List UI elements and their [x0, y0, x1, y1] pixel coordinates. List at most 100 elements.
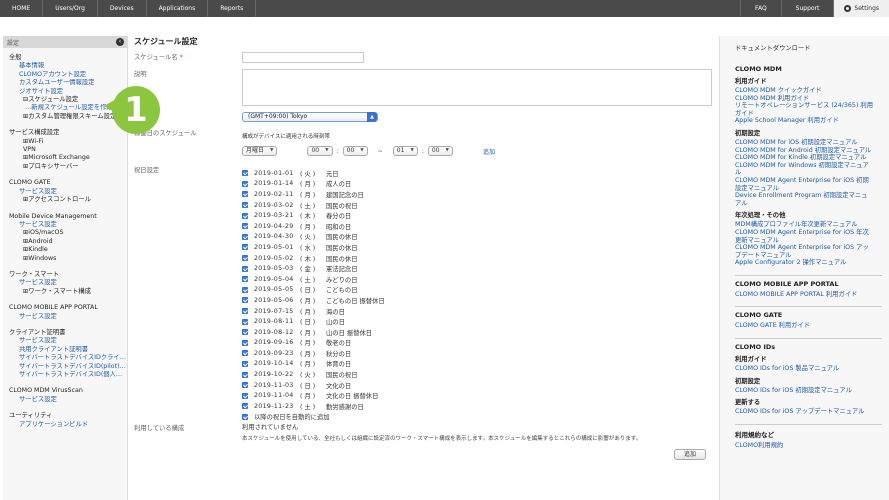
docs-download-link[interactable]: CLOMO利用規約: [735, 442, 873, 450]
nav-support[interactable]: Support: [780, 0, 834, 17]
auto-add-checkbox[interactable]: [242, 413, 248, 420]
sidebar-item[interactable]: VPN: [9, 146, 127, 154]
sidebar-item[interactable]: ⊞Windows: [9, 255, 127, 263]
holiday-checkbox[interactable]: [242, 318, 248, 325]
docs-download-link[interactable]: CLOMO MDM for Windows 初期設定マニュアル: [735, 162, 873, 177]
docs-download-link[interactable]: Device Enrollment Program 初期設定マニュアル: [735, 192, 873, 207]
holiday-checkbox[interactable]: [242, 350, 248, 357]
sidebar-item[interactable]: ⊞Wi-Fi: [9, 138, 127, 146]
collapse-sidebar-icon[interactable]: ‹: [116, 38, 124, 46]
docs-download-link[interactable]: CLOMO MDM for Kindle 初期設定マニュアル: [735, 154, 873, 162]
holiday-checkbox[interactable]: [242, 255, 248, 262]
holiday-checkbox[interactable]: [242, 170, 248, 177]
docs-download-link[interactable]: Apple School Manager 利用ガイド: [735, 117, 873, 125]
timezone-select[interactable]: (GMT+09:00) Tokyo ▲: [242, 112, 378, 122]
sidebar-item[interactable]: サイバートラストデバイスID(pilot)…: [9, 363, 127, 371]
holiday-checkbox[interactable]: [242, 276, 248, 283]
nav-users-org[interactable]: Users/Org: [43, 0, 98, 17]
sidebar-item[interactable]: アプリケーションビルド: [9, 421, 127, 429]
sidebar-item[interactable]: 共用クライアント証明書: [9, 346, 127, 354]
sidebar-item[interactable]: サイバートラストデバイスID(個人…: [9, 371, 127, 379]
sidebar-group-title: サービス構成設定: [9, 129, 60, 137]
holiday-checkbox[interactable]: [242, 286, 248, 293]
select-arrow-icon: ▲: [367, 112, 377, 122]
end-hour-select[interactable]: 01 ▼: [392, 146, 418, 156]
docs-download-link[interactable]: CLOMO IDs for iOS 初期設定マニュアル: [735, 387, 873, 395]
holiday-row: 2019-01-01 ( 火 ) 元日: [242, 168, 385, 179]
sidebar-item[interactable]: ⊞Microsoft Exchange: [9, 154, 127, 162]
sidebar-item[interactable]: サービス設定: [9, 337, 127, 345]
holiday-checkbox[interactable]: [242, 297, 248, 304]
sidebar-item[interactable]: ⊞iOS/macOS: [9, 229, 127, 237]
sidebar-item[interactable]: サービス設定: [9, 313, 127, 321]
holiday-checkbox[interactable]: [242, 329, 248, 336]
holiday-checkbox[interactable]: [242, 382, 248, 389]
sidebar-item[interactable]: サイバートラストデバイスIDクライ…: [9, 354, 127, 362]
docs-download-link[interactable]: リモートオペレーションサービス (24/365) 利用ガイド: [735, 102, 873, 117]
sidebar-item[interactable]: 基本情報: [9, 62, 127, 70]
start-minute-select[interactable]: 00 ▼: [342, 146, 368, 156]
holiday-name: 体育の日: [326, 361, 352, 369]
holiday-checkbox[interactable]: [242, 202, 248, 209]
start-hour-select[interactable]: 00 ▼: [307, 146, 333, 156]
holiday-name: 秋分の日: [326, 350, 352, 358]
docs-download-link[interactable]: MDM構成プロファイル年次更新マニュアル: [735, 221, 873, 229]
add-button[interactable]: 追加: [674, 449, 706, 460]
docs-download-link[interactable]: CLOMO IDs for iOS アップデートマニュアル: [735, 408, 873, 416]
holiday-checkbox[interactable]: [242, 360, 248, 367]
docs-download-link[interactable]: CLOMO MDM Agent Enterprise for iOS 初期設定マ…: [735, 177, 873, 192]
holiday-row: 2019-10-22 ( 火 ) 国民の祝日: [242, 369, 385, 380]
end-minute-select[interactable]: 00 ▼: [427, 146, 454, 156]
nav-reports[interactable]: Reports: [208, 0, 257, 17]
docs-download-link[interactable]: CLOMO MDM Agent Enterprise for iOS アップデー…: [735, 244, 873, 259]
nav-devices[interactable]: Devices: [98, 0, 147, 17]
sidebar-item[interactable]: ⊞カスタム管理権限スキーム設定: [9, 113, 127, 121]
docs-download-link[interactable]: CLOMO MOBILE APP PORTAL 利用ガイド: [735, 291, 873, 299]
holiday-checkbox[interactable]: [242, 265, 248, 272]
holiday-checkbox[interactable]: [242, 244, 248, 251]
holiday-checkbox[interactable]: [242, 191, 248, 198]
holiday-checkbox[interactable]: [242, 180, 248, 187]
description-textarea[interactable]: [242, 69, 712, 106]
holiday-date: 2019-04-29: [254, 222, 294, 230]
nav-settings[interactable]: Settings: [833, 0, 889, 17]
sidebar-item[interactable]: ジオサイト設定: [9, 88, 127, 96]
sidebar-item[interactable]: ⊞ワーク・スマート構成: [9, 288, 127, 296]
sidebar-item[interactable]: カスタムユーザー情報設定: [9, 79, 127, 87]
nav-home[interactable]: HOME: [0, 0, 44, 17]
docs-download-link[interactable]: CLOMO MDM Agent Enterprise for iOS 年次更新マ…: [735, 229, 873, 244]
holiday-checkbox[interactable]: [242, 371, 248, 378]
holiday-checkbox[interactable]: [242, 233, 248, 240]
sidebar-item[interactable]: サービス設定: [9, 279, 127, 287]
schedule-name-input[interactable]: [242, 52, 364, 63]
holiday-row: 2019-11-23 ( 土 ) 勤労感謝の日: [242, 401, 385, 412]
day-select[interactable]: 月曜日 ▼: [242, 146, 278, 156]
nav-applications[interactable]: Applications: [147, 0, 209, 17]
holiday-checkbox[interactable]: [242, 403, 248, 410]
holiday-checkbox[interactable]: [242, 392, 248, 399]
add-time-link[interactable]: 追加: [483, 147, 495, 156]
holiday-checkbox[interactable]: [242, 339, 248, 346]
sidebar-item[interactable]: ⊞Android: [9, 238, 127, 246]
sidebar-item[interactable]: ⊞Kindle: [9, 246, 127, 254]
docs-download-link[interactable]: CLOMO GATE 利用ガイド: [735, 322, 873, 330]
sidebar-item[interactable]: ⊞アクセスコントロール: [9, 196, 127, 204]
holiday-weekday: ( 月 ): [300, 223, 316, 231]
holiday-date: 2019-02-11: [254, 190, 294, 198]
nav-faq[interactable]: FAQ: [740, 0, 781, 17]
auto-add-label: 以降の祝日を自動的に追加: [254, 414, 330, 422]
holiday-date: 2019-07-15: [254, 307, 294, 315]
sidebar-item[interactable]: CLOMOアカウント設定: [9, 71, 127, 79]
holiday-checkbox[interactable]: [242, 212, 248, 219]
sidebar-item[interactable]: サービス設定: [9, 188, 127, 196]
sidebar-item[interactable]: サービス設定: [9, 221, 127, 229]
holiday-checkbox[interactable]: [242, 223, 248, 230]
holiday-weekday: ( 土 ): [300, 202, 316, 210]
docs-download-link[interactable]: Apple Configurator 2 操作マニュアル: [735, 259, 873, 267]
sidebar-item[interactable]: ⊞プロキシサーバー: [9, 163, 127, 171]
docs-download-link[interactable]: CLOMO IDs for iOS 製品マニュアル: [735, 365, 873, 373]
docs-download-link[interactable]: CLOMO MDM for iOS 初期設定マニュアル: [735, 139, 873, 147]
holiday-checkbox[interactable]: [242, 308, 248, 315]
sidebar-item[interactable]: サービス設定: [9, 396, 127, 404]
docs-download-link[interactable]: CLOMO MDM クイックガイド: [735, 87, 873, 95]
